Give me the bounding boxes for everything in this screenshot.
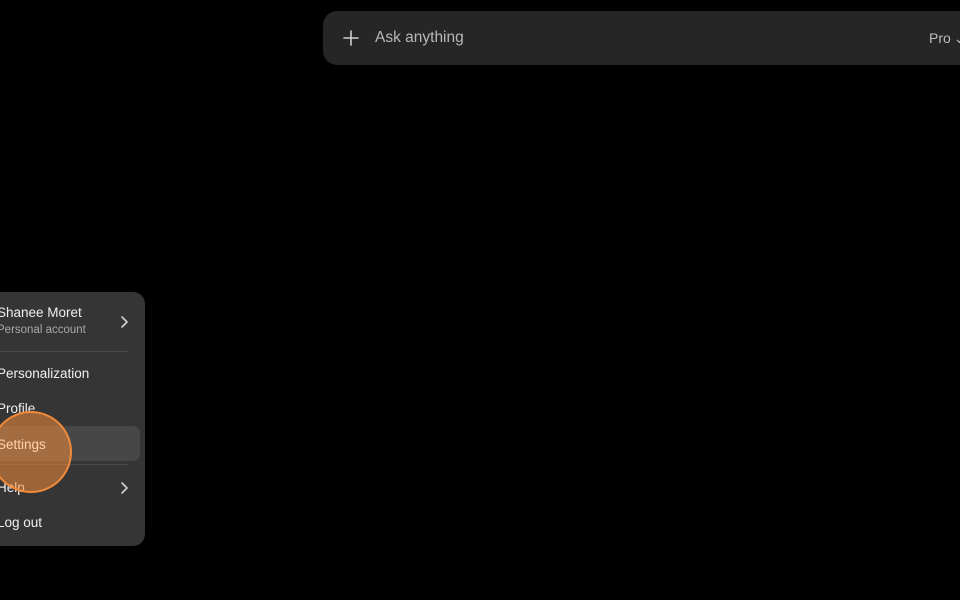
menu-divider [0, 351, 128, 352]
account-header[interactable]: Shanee Moret Personal account [0, 292, 145, 348]
chevron-right-icon [121, 482, 128, 494]
prompt-input[interactable]: Ask anything [375, 28, 464, 48]
plus-icon[interactable] [341, 28, 361, 48]
menu-item-settings[interactable]: Settings [0, 437, 46, 452]
model-label: Pro [929, 30, 951, 46]
app-window: Ask anything Pro ⌄ Shanee Moret Personal … [0, 0, 960, 600]
menu-item-log-out[interactable]: Log out [0, 508, 145, 538]
menu-item-label: Log out [0, 515, 43, 530]
menu-item-help[interactable]: Help [0, 473, 145, 503]
menu-item-profile[interactable]: Profile [0, 394, 145, 424]
prompt-composer[interactable]: Ask anything Pro ⌄ [323, 11, 960, 65]
menu-item-personalization[interactable]: Personalization [0, 359, 145, 389]
account-menu: Shanee Moret Personal account Personaliz… [0, 292, 145, 546]
model-selector[interactable]: Pro ⌄ [929, 28, 960, 48]
menu-item-label: Help [0, 480, 25, 495]
chevron-right-icon [121, 316, 128, 328]
menu-divider [0, 464, 128, 465]
account-type: Personal account [0, 324, 86, 336]
chevron-down-icon: ⌄ [953, 30, 960, 46]
menu-item-label: Profile [0, 401, 36, 416]
account-name: Shanee Moret [0, 305, 82, 320]
menu-item-label: Personalization [0, 366, 90, 381]
